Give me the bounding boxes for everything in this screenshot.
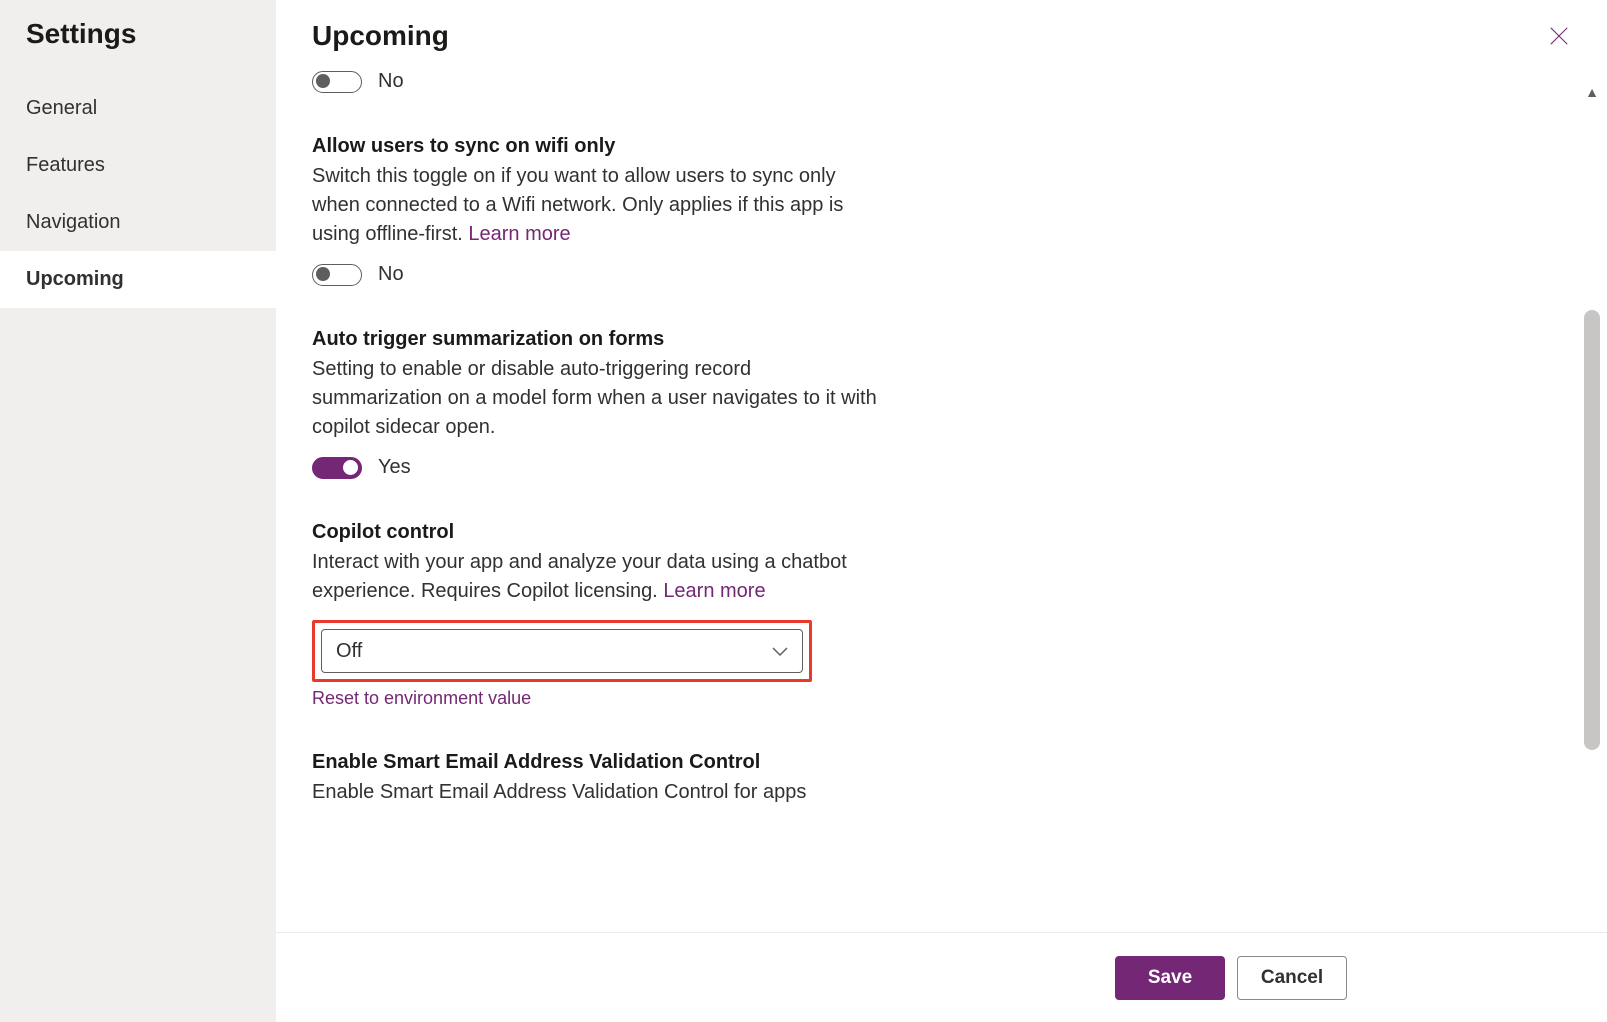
scroll-up-arrow-icon[interactable]: ▲ [1585,84,1599,100]
toggle-auto-summarize[interactable] [312,457,362,479]
toggle-label-auto-summarize: Yes [378,456,411,479]
close-button[interactable] [1547,24,1571,48]
save-button[interactable]: Save [1115,956,1225,1000]
scroll-track[interactable] [1584,110,1600,986]
page-title: Upcoming [312,20,449,52]
footer-bar: Save Cancel [276,932,1607,1022]
main-panel: Upcoming No Allow users to sync on wifi … [276,0,1607,1022]
chevron-down-icon [772,640,788,663]
sidebar-title: Settings [0,18,276,80]
setting-desc-copilot: Interact with your app and analyze your … [312,548,882,606]
learn-more-link-wifi[interactable]: Learn more [468,223,570,245]
sidebar-item-general[interactable]: General [0,80,276,137]
sidebar-item-navigation[interactable]: Navigation [0,194,276,251]
setting-desc-auto-summarize: Setting to enable or disable auto-trigge… [312,355,882,442]
toggle-unknown-prev[interactable] [312,71,362,93]
setting-title-wifi-sync: Allow users to sync on wifi only [312,135,1192,158]
setting-title-auto-summarize: Auto trigger summarization on forms [312,328,1192,351]
scroll-thumb[interactable] [1584,310,1600,750]
copilot-select[interactable]: Off [321,629,803,673]
desc-text: Switch this toggle on if you want to all… [312,165,843,245]
setting-title-smart-email: Enable Smart Email Address Validation Co… [312,751,1192,774]
copilot-select-highlight: Off [312,620,812,682]
learn-more-link-copilot[interactable]: Learn more [663,580,765,602]
sidebar-item-features[interactable]: Features [0,137,276,194]
sidebar-item-upcoming[interactable]: Upcoming [0,251,276,308]
setting-desc-wifi-sync: Switch this toggle on if you want to all… [312,162,882,249]
toggle-label-wifi: No [378,263,404,286]
cancel-button[interactable]: Cancel [1237,956,1347,1000]
close-icon [1548,25,1570,47]
toggle-wifi-sync[interactable] [312,264,362,286]
toggle-label: No [378,70,404,93]
desc-text: Interact with your app and analyze your … [312,551,847,602]
reset-to-environment-link[interactable]: Reset to environment value [312,688,1192,709]
settings-sidebar: Settings General Features Navigation Upc… [0,0,276,1022]
copilot-select-value: Off [336,640,362,663]
setting-title-copilot: Copilot control [312,521,1192,544]
vertical-scrollbar[interactable]: ▲ ▼ [1577,74,1607,1022]
setting-desc-smart-email: Enable Smart Email Address Validation Co… [312,778,882,807]
